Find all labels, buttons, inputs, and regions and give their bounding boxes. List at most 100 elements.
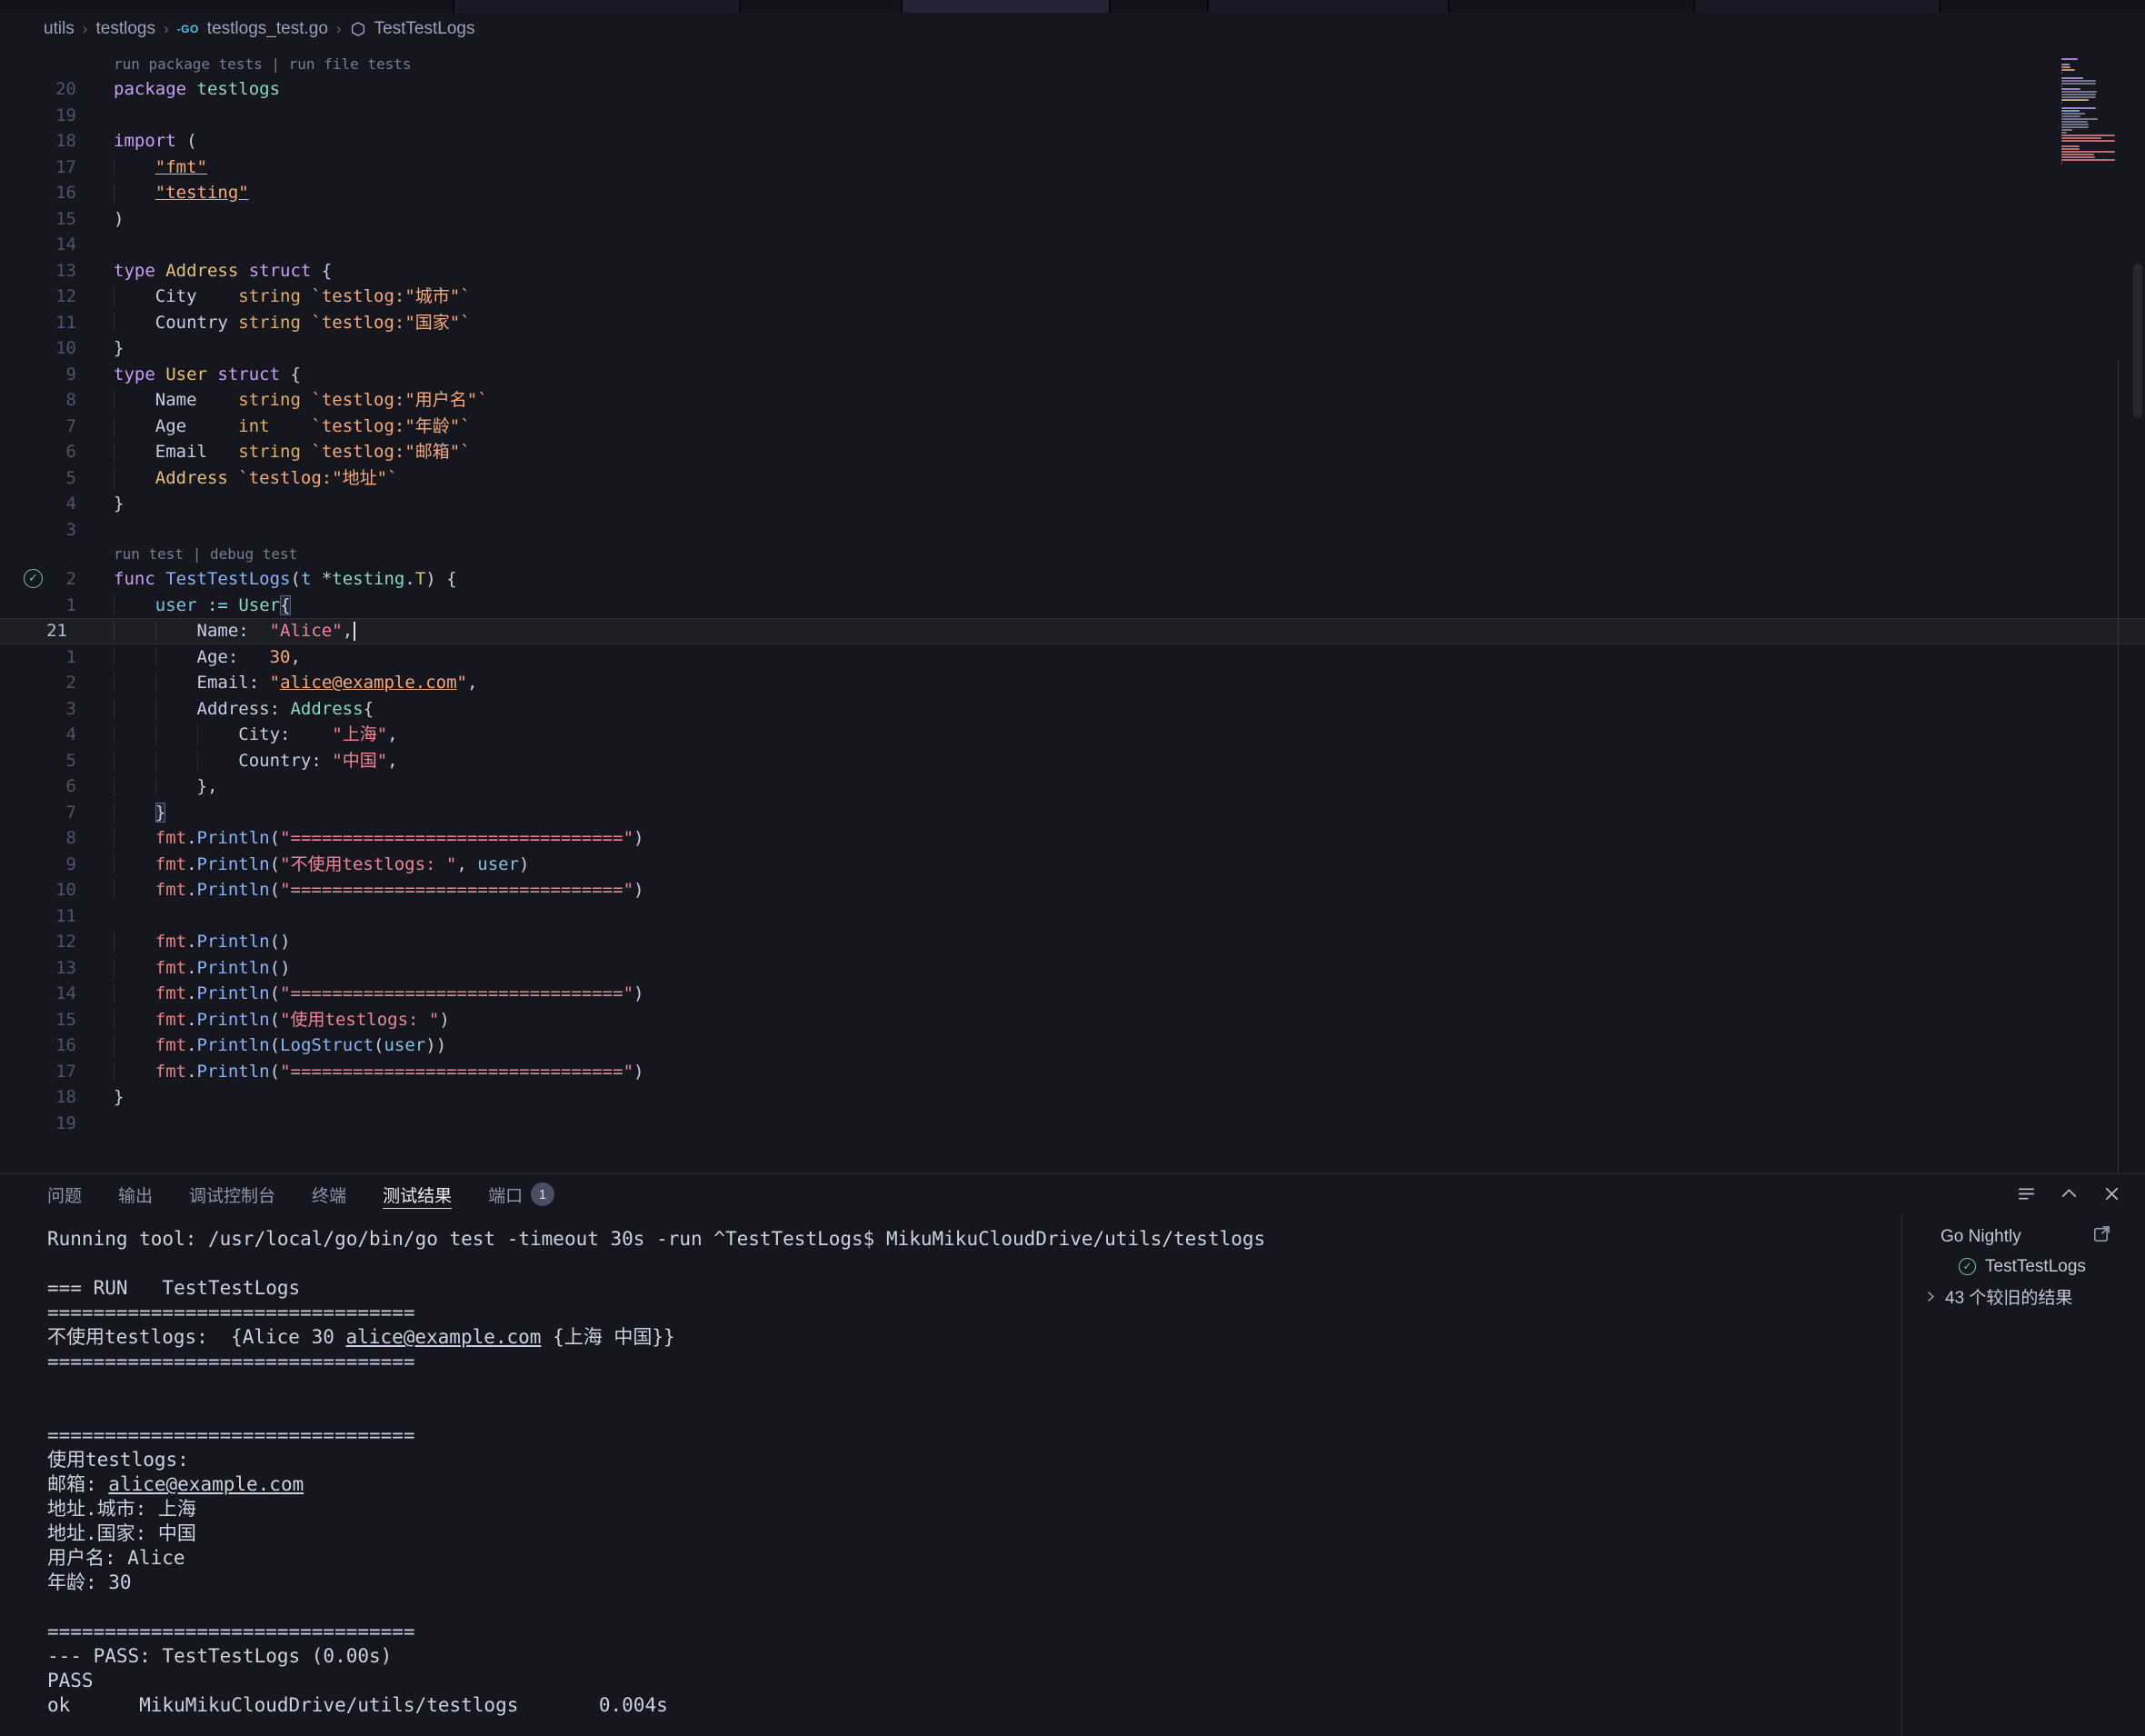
- code-line[interactable]: 1 user := User{: [0, 593, 2145, 619]
- panel-tab-输出[interactable]: 输出: [118, 1174, 153, 1214]
- line-number-gutter: 9: [0, 852, 86, 878]
- terminal-output[interactable]: Running tool: /usr/local/go/bin/go test …: [0, 1214, 1901, 1736]
- code-text: Address `testlog:"地址"`: [86, 465, 398, 492]
- line-number: 9: [66, 854, 76, 874]
- code-text: type Address struct {: [86, 258, 332, 284]
- code-line[interactable]: 8 Name string `testlog:"用户名"`: [0, 387, 2145, 414]
- minimap[interactable]: [2061, 58, 2129, 167]
- code-line[interactable]: 5 Country: "中国",: [0, 748, 2145, 774]
- open-test-result-icon[interactable]: [2091, 1223, 2112, 1250]
- terminal-line: ================================: [47, 1350, 1901, 1374]
- code-line[interactable]: 18}: [0, 1084, 2145, 1111]
- line-number: 9: [66, 364, 76, 384]
- code-line[interactable]: 15): [0, 206, 2145, 233]
- code-line[interactable]: 18import (: [0, 128, 2145, 155]
- code-line[interactable]: 19: [0, 103, 2145, 129]
- panel-tab-端口[interactable]: 端口1: [488, 1174, 554, 1214]
- panel-tab-终端[interactable]: 终端: [312, 1174, 346, 1214]
- email-link[interactable]: alice@example.com: [346, 1326, 542, 1348]
- code-line[interactable]: 11: [0, 903, 2145, 930]
- code-line[interactable]: 10 fmt.Println("========================…: [0, 877, 2145, 903]
- test-pass-icon[interactable]: ✓: [24, 569, 43, 588]
- code-line[interactable]: 9type User struct {: [0, 362, 2145, 388]
- code-line[interactable]: 16 "testing": [0, 180, 2145, 206]
- line-number-gutter: 19: [0, 103, 86, 129]
- minimap-line: [2061, 148, 2080, 150]
- code-line[interactable]: 19: [0, 1111, 2145, 1137]
- minimap-line: [2061, 156, 2095, 158]
- code-line[interactable]: 14 fmt.Println("========================…: [0, 981, 2145, 1007]
- test-result-item[interactable]: ✓ TestTestLogs: [1902, 1252, 2145, 1282]
- panel-tab-问题[interactable]: 问题: [47, 1174, 82, 1214]
- code-line[interactable]: 6 },: [0, 773, 2145, 800]
- minimap-line: [2061, 124, 2089, 125]
- code-line[interactable]: ✓2func TestTestLogs(t *testing.T) {: [0, 566, 2145, 593]
- breadcrumb-item-symbol[interactable]: TestTestLogs: [374, 19, 475, 39]
- terminal-line: 使用testlogs:: [47, 1448, 1901, 1472]
- codelens-action[interactable]: run test | debug test: [114, 545, 297, 563]
- code-line[interactable]: 4 City: "上海",: [0, 722, 2145, 748]
- editor-tab[interactable]: [1209, 0, 1450, 13]
- breadcrumb-item-utils[interactable]: utils: [44, 19, 75, 39]
- code-line[interactable]: 12 fmt.Println(): [0, 929, 2145, 955]
- code-line[interactable]: 7 }: [0, 800, 2145, 826]
- code-line[interactable]: 15 fmt.Println("使用testlogs: "): [0, 1007, 2145, 1033]
- code-line[interactable]: 21 Name: "Alice",: [0, 618, 2145, 644]
- panel-tab-测试结果[interactable]: 测试结果: [383, 1174, 452, 1214]
- minimap-line: [2061, 91, 2097, 93]
- code-line[interactable]: 9 fmt.Println("不使用testlogs: ", user): [0, 852, 2145, 878]
- line-number: 16: [55, 1035, 76, 1055]
- older-results-row[interactable]: 43 个较旧的结果: [1902, 1282, 2145, 1312]
- codelens-action[interactable]: run package tests | run file tests: [114, 55, 412, 73]
- editor-tab[interactable]: [0, 0, 454, 13]
- code-line[interactable]: 13type Address struct {: [0, 258, 2145, 284]
- editor-tab-active[interactable]: [903, 0, 1111, 13]
- code-line[interactable]: 13 fmt.Println(): [0, 955, 2145, 982]
- code-line[interactable]: 20package testlogs: [0, 76, 2145, 103]
- test-run-provider-row[interactable]: Go Nightly: [1902, 1222, 2145, 1252]
- code-text: }: [86, 1084, 124, 1111]
- terminal-line: [47, 1595, 1901, 1620]
- code-line[interactable]: 3: [0, 517, 2145, 544]
- editor-tab[interactable]: [1450, 0, 1695, 13]
- code-text: ): [86, 206, 124, 233]
- editor-tab[interactable]: [1695, 0, 1940, 13]
- editor-tab[interactable]: [1111, 0, 1209, 13]
- code-line[interactable]: 5 Address `testlog:"地址"`: [0, 465, 2145, 492]
- code-line[interactable]: 16 fmt.Println(LogStruct(user)): [0, 1033, 2145, 1059]
- panel-close-icon[interactable]: [2100, 1182, 2123, 1205]
- email-link[interactable]: alice@example.com: [108, 1473, 304, 1495]
- panel-menu-icon[interactable]: [2015, 1182, 2038, 1205]
- code-editor[interactable]: run package tests | run file tests 20pack…: [0, 45, 2145, 1173]
- terminal-line: PASS: [47, 1669, 1901, 1693]
- code-line[interactable]: 14: [0, 232, 2145, 258]
- code-text: }: [86, 800, 165, 826]
- breadcrumb-item-testlogs[interactable]: testlogs: [95, 19, 155, 39]
- code-text: user := User{: [86, 593, 291, 619]
- code-line[interactable]: 1 Age: 30,: [0, 644, 2145, 671]
- code-line[interactable]: 6 Email string `testlog:"邮箱"`: [0, 439, 2145, 465]
- code-line[interactable]: 10}: [0, 335, 2145, 362]
- code-line[interactable]: 3 Address: Address{: [0, 696, 2145, 723]
- code-text: }: [86, 491, 124, 517]
- codelens-line[interactable]: run package tests | run file tests: [0, 53, 2145, 76]
- code-line[interactable]: 17 fmt.Println("========================…: [0, 1059, 2145, 1085]
- code-line[interactable]: 11 Country string `testlog:"国家"`: [0, 310, 2145, 336]
- code-line[interactable]: 4}: [0, 491, 2145, 517]
- code-line[interactable]: 8 fmt.Println("=========================…: [0, 825, 2145, 852]
- editor-tab[interactable]: [454, 0, 741, 13]
- minimap-line: [2061, 110, 2080, 112]
- editor-tab[interactable]: [741, 0, 903, 13]
- panel-tab-调试控制台[interactable]: 调试控制台: [189, 1174, 275, 1214]
- code-line[interactable]: 7 Age int `testlog:"年龄"`: [0, 414, 2145, 440]
- line-number-gutter: 20: [0, 76, 86, 103]
- panel-maximize-icon[interactable]: [2058, 1182, 2080, 1205]
- panel-tab-label: 测试结果: [383, 1182, 452, 1207]
- editor-scrollbar-thumb[interactable]: [2133, 264, 2142, 418]
- code-line[interactable]: 12 City string `testlog:"城市"`: [0, 284, 2145, 310]
- line-number: 1: [66, 647, 76, 667]
- codelens-line[interactable]: run test | debug test: [0, 543, 2145, 566]
- code-line[interactable]: 2 Email: "alice@example.com",: [0, 670, 2145, 696]
- code-line[interactable]: 17 "fmt": [0, 155, 2145, 181]
- breadcrumb-item-file[interactable]: testlogs_test.go: [207, 19, 328, 39]
